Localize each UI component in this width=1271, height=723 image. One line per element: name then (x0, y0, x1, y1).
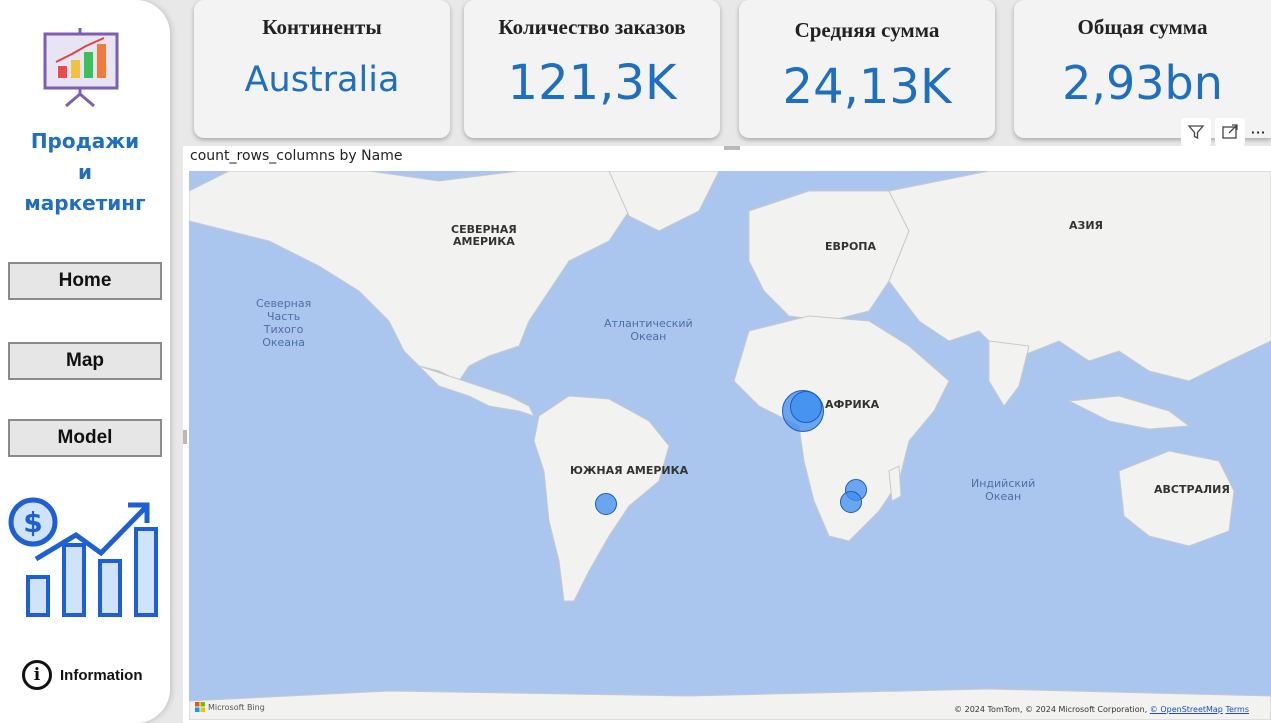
label-line: Северная (256, 297, 312, 310)
app-title-line: и (77, 160, 92, 184)
visual-title: count_rows_columns by Name (190, 148, 403, 164)
india-landmass (988, 340, 1030, 407)
resize-handle[interactable] (183, 430, 187, 444)
north-america-landmass (189, 171, 630, 382)
label-line: Тихого (263, 323, 304, 336)
more-options-icon[interactable]: ··· (1249, 118, 1267, 146)
map-button[interactable]: Map (8, 342, 162, 380)
app-title-line: маркетинг (24, 191, 146, 215)
label-line: Атлантический (604, 317, 693, 330)
information-button[interactable]: i Information (22, 660, 143, 690)
label-line: АМЕРИКА (453, 235, 515, 248)
map-attribution: © 2024 TomTom, © 2024 Microsoft Corporat… (954, 705, 1249, 714)
label-europe: ЕВРОПА (825, 240, 877, 253)
kpi-card-average-amount: Средняя сумма 24,13K (739, 0, 995, 138)
label-line: Часть (267, 310, 301, 323)
label-north-america: СЕВЕРНАЯ АМЕРИКА (451, 224, 517, 248)
kpi-value: 24,13K (782, 59, 952, 115)
kpi-value: 121,3K (507, 55, 677, 111)
kpi-title: Общая сумма (1077, 15, 1208, 39)
map-bubble[interactable] (595, 493, 617, 515)
resize-handle[interactable] (724, 146, 740, 150)
madagascar-landmass (888, 465, 902, 502)
info-icon: i (22, 660, 52, 690)
information-label: Information (60, 666, 143, 684)
report-page: Продажи и маркетинг Home Map Model $ i I… (0, 0, 1271, 723)
kpi-title: Континенты (262, 15, 382, 39)
map-bubble[interactable] (840, 491, 862, 513)
southeast-asia-islands (1067, 395, 1191, 430)
openstreetmap-link[interactable]: © OpenStreetMap (1150, 705, 1223, 714)
central-america-landmass (418, 365, 535, 417)
map-land-shapes (189, 171, 1271, 720)
label-south-america: ЮЖНАЯ АМЕРИКА (570, 464, 689, 477)
attribution-text: © 2024 TomTom, © 2024 Microsoft Corporat… (954, 705, 1148, 714)
kpi-value: 2,93bn (1062, 56, 1223, 110)
app-title-line: Продажи (30, 129, 140, 153)
focus-mode-icon[interactable] (1215, 118, 1245, 146)
label-atlantic: Атлантический Океан (604, 317, 693, 343)
home-button[interactable]: Home (8, 262, 162, 300)
greenland-landmass (608, 171, 720, 232)
kpi-title: Средняя сумма (794, 18, 940, 42)
kpi-value: Australia (244, 60, 400, 100)
asia-landmass (888, 171, 1271, 382)
svg-text:$: $ (23, 506, 42, 539)
label-africa: АФРИКА (825, 398, 880, 411)
label-indian: Индийский Океан (971, 477, 1035, 503)
bing-label: Microsoft Bing (208, 702, 265, 712)
kpi-title: Количество заказов (498, 15, 686, 39)
kpi-card-orders-count: Количество заказов 121,3K (464, 0, 720, 138)
label-north-pacific: Северная Часть Тихого Океана (256, 297, 311, 349)
model-button[interactable]: Model (8, 419, 162, 457)
label-line: Океан (985, 490, 1022, 503)
map-bubble[interactable] (790, 391, 822, 423)
label-line: Индийский (971, 477, 1036, 490)
finance-growth-icon: $ (8, 497, 158, 617)
microsoft-logo-icon (195, 702, 205, 712)
world-map[interactable]: СЕВЕРНАЯ АМЕРИКА ЕВРОПА АЗИЯ АФРИКА ЮЖНА… (189, 171, 1271, 720)
label-line: Океан (630, 330, 667, 343)
label-australia: АВСТРАЛИЯ (1154, 483, 1230, 496)
filter-icon[interactable] (1181, 118, 1211, 146)
app-title: Продажи и маркетинг (0, 126, 170, 219)
visual-header-toolbar: ··· (1181, 118, 1267, 146)
europe-landmass (748, 190, 910, 322)
label-asia: АЗИЯ (1069, 219, 1104, 232)
bing-logo: Microsoft Bing (195, 702, 265, 712)
sidebar: Продажи и маркетинг Home Map Model $ i I… (0, 0, 170, 723)
kpi-card-continents: Континенты Australia (194, 0, 450, 138)
terms-link[interactable]: Terms (1225, 705, 1249, 714)
label-line: Океана (262, 336, 305, 349)
australia-landmass (1118, 450, 1235, 547)
presentation-chart-icon (43, 28, 119, 108)
